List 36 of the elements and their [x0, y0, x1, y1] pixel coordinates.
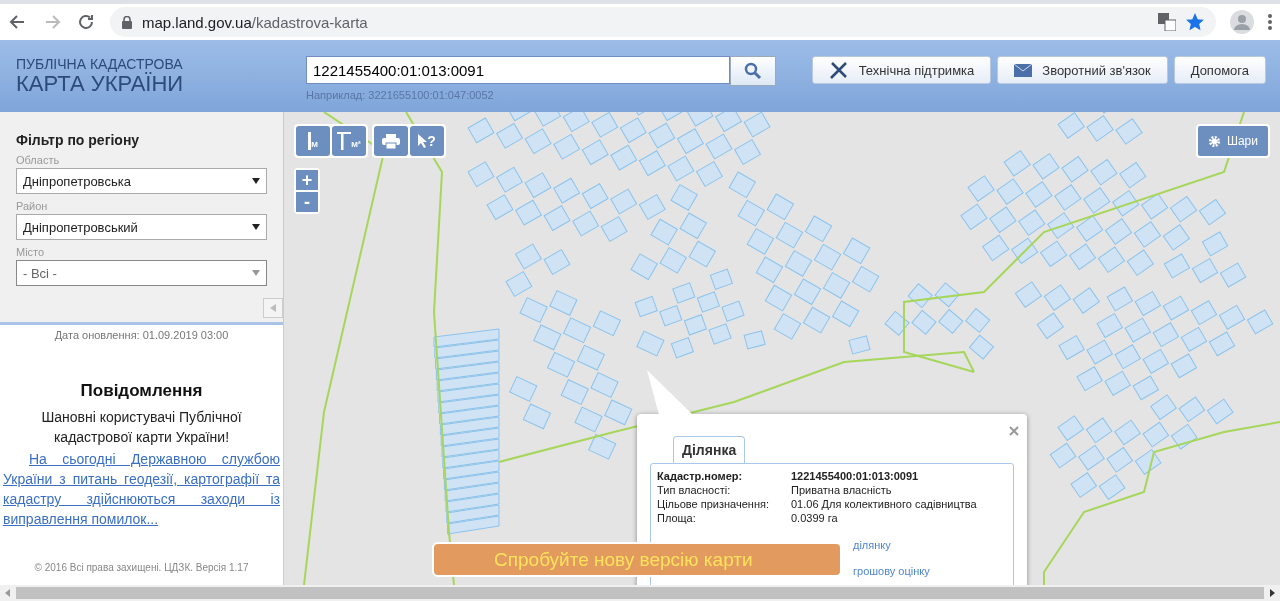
address-bar[interactable]: map.land.gov.ua/kadastrova-karta: [110, 7, 1216, 37]
copyright-text: © 2016 Всі права захищені. ЦДЗК. Версія 1.17: [34, 562, 249, 573]
order-link[interactable]: ділянку: [853, 539, 891, 551]
parcel-tab[interactable]: Ділянка: [673, 436, 746, 463]
info-value: 01.06 Для колективного садівництва: [791, 497, 978, 511]
identify-button[interactable]: ?: [410, 126, 444, 156]
measure-length-button[interactable]: М: [296, 126, 330, 156]
info-label: Кадастр.номер:: [657, 469, 744, 483]
info-value: 1221455400:01:013:0091: [791, 469, 920, 483]
zoom-out-button[interactable]: -: [296, 192, 318, 212]
region-dropdown[interactable]: Дніпропетровський: [16, 214, 267, 240]
field-label: Область: [16, 154, 61, 166]
notice-link[interactable]: На сьогодні Державною службою України з питань геодезії, картографії та кадастру здійснюються заходи із виправлення помилок...: [3, 449, 280, 529]
zoom-in-button[interactable]: +: [296, 170, 318, 190]
layers-button[interactable]: Шари: [1195, 124, 1270, 158]
info-label: Цільове призначення:: [657, 497, 770, 511]
region-dropdown[interactable]: Дніпропетровська: [16, 168, 267, 194]
update-date: Дата оновлення: 01.09.2019 03:00: [54, 329, 229, 341]
help-button[interactable]: Допомога: [1173, 56, 1266, 84]
order-link[interactable]: грошову оцінку: [853, 565, 930, 577]
info-label: Тип власності:: [657, 483, 732, 497]
url-text: map.land.gov.ua/kadastrova-karta: [142, 13, 368, 31]
info-label: Площа:: [657, 511, 697, 525]
info-value: 0.0399 га: [791, 511, 839, 525]
search-field[interactable]: 1221455400:01:013:0091: [306, 56, 730, 84]
info-value: Приватна власність: [791, 483, 893, 497]
measure-area-button[interactable]: М²: [332, 126, 366, 156]
filter-title: Фільтр по регіону: [16, 132, 141, 148]
notice-greeting: Шановні користувачі Публічної кадастрової карти України!: [40, 408, 243, 447]
logo-text: ПУБЛІЧНА КАДАСТРОВА: [16, 56, 184, 72]
field-label: Місто: [16, 246, 46, 258]
logo-title: КАРТА УКРАЇНИ: [16, 72, 185, 96]
feedback-button[interactable]: Зворотний зв'язок: [997, 56, 1168, 84]
support-button[interactable]: Технічна підтримка: [811, 56, 992, 84]
field-label: Район: [16, 200, 49, 212]
notice-title: Повідомлення: [80, 381, 203, 401]
